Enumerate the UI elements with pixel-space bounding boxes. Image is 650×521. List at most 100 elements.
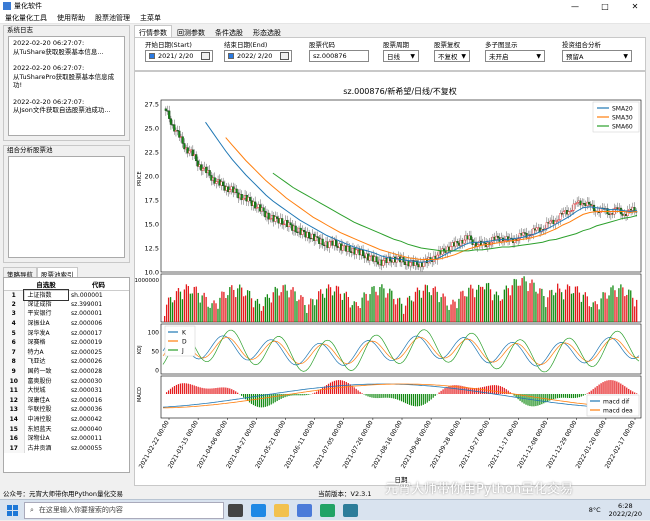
stock-code[interactable]: sz.000028 — [68, 367, 129, 377]
stock-name[interactable]: 富奥股份 — [24, 376, 68, 386]
table-row[interactable]: 15东旭蓝天sz.000040 — [4, 424, 129, 434]
minimize-button[interactable]: — — [560, 2, 590, 11]
stock-code-input[interactable]: sz.000876 — [309, 50, 369, 62]
stock-name[interactable]: 深赛格 — [24, 338, 68, 348]
stock-code[interactable]: sz.000011 — [68, 434, 129, 444]
stock-code[interactable]: sz.000040 — [68, 424, 129, 434]
stock-name[interactable]: 上证指数 — [24, 290, 68, 300]
close-button[interactable]: ✕ — [620, 2, 650, 11]
menu-stock-pool[interactable]: 股票池管理 — [90, 13, 135, 23]
maximize-button[interactable]: □ — [590, 2, 620, 11]
row-index[interactable]: 4 — [4, 319, 24, 329]
stock-name[interactable]: 东旭蓝天 — [24, 424, 68, 434]
row-index[interactable]: 16 — [4, 434, 24, 444]
clock[interactable]: 6:28 2022/2/20 — [609, 502, 642, 518]
calendar-icon[interactable] — [280, 52, 289, 60]
table-row[interactable]: 3平安银行sz.000001 — [4, 309, 129, 319]
stock-name[interactable]: 深华发A — [24, 328, 68, 338]
period-select[interactable]: 日线▼ — [383, 50, 419, 62]
row-index[interactable]: 10 — [4, 376, 24, 386]
stock-code[interactable]: sz.000006 — [68, 319, 129, 329]
start-date-picker[interactable]: 2021/ 2/20 — [145, 50, 213, 62]
row-index[interactable]: 14 — [4, 415, 24, 425]
row-index[interactable]: 3 — [4, 309, 24, 319]
row-index[interactable]: 12 — [4, 396, 24, 406]
menu-quant-tools[interactable]: 量化量化工具 — [0, 13, 52, 23]
chart-area[interactable]: sz.000876/新希望/日线/不复权10.012.515.017.520.0… — [134, 71, 646, 486]
table-row[interactable]: 8飞亚达sz.000026 — [4, 357, 129, 367]
stock-name[interactable]: 古井贡酒 — [24, 444, 68, 454]
stock-name[interactable]: 深振业A — [24, 319, 68, 329]
log-textbox[interactable]: 2022-02-20 06:27:07:从TuShare获取股票基本信息... … — [8, 36, 125, 136]
stock-code[interactable]: sz.000025 — [68, 348, 129, 358]
table-row[interactable]: 11大悦城sz.000031 — [4, 386, 129, 396]
app-icon-green[interactable] — [320, 504, 335, 517]
table-row[interactable]: 7特力Asz.000025 — [4, 348, 129, 358]
header-name[interactable]: 自选股 — [24, 278, 68, 290]
row-index[interactable]: 5 — [4, 328, 24, 338]
taskbar-search-input[interactable]: ⌕ 在这里输入你要搜索的内容 — [24, 502, 224, 519]
stock-name[interactable]: 飞亚达 — [24, 357, 68, 367]
stock-name[interactable]: 国药一致 — [24, 367, 68, 377]
table-row[interactable]: 17古井贡酒sz.000055 — [4, 444, 129, 454]
table-row[interactable]: 9国药一致sz.000028 — [4, 367, 129, 377]
row-index[interactable]: 13 — [4, 405, 24, 415]
adjust-select[interactable]: 不复权▼ — [434, 50, 470, 62]
stock-name[interactable]: 平安银行 — [24, 309, 68, 319]
table-row[interactable]: 10富奥股份sz.000030 — [4, 376, 129, 386]
stock-name[interactable]: 深证成指 — [24, 300, 68, 310]
edge-icon[interactable] — [251, 504, 266, 517]
weather-text[interactable]: 8°C — [589, 506, 601, 514]
stock-code[interactable]: sz.000036 — [68, 405, 129, 415]
table-row[interactable]: 13华联控股sz.000036 — [4, 405, 129, 415]
stock-code[interactable]: sz.000030 — [68, 376, 129, 386]
row-index[interactable]: 2 — [4, 300, 24, 310]
file-explorer-icon[interactable] — [274, 504, 289, 517]
row-index[interactable]: 1 — [4, 290, 24, 300]
row-index[interactable]: 9 — [4, 367, 24, 377]
stock-name[interactable]: 深物业A — [24, 434, 68, 444]
stock-chart[interactable]: sz.000876/新希望/日线/不复权10.012.515.017.520.0… — [135, 72, 647, 487]
stock-name[interactable]: 大悦城 — [24, 386, 68, 396]
windows-start-icon[interactable] — [0, 500, 24, 521]
table-row[interactable]: 6深赛格sz.000019 — [4, 338, 129, 348]
stock-code[interactable]: sz.000031 — [68, 386, 129, 396]
checkbox-icon[interactable] — [149, 53, 155, 59]
stock-code[interactable]: sz.000055 — [68, 444, 129, 454]
stock-code[interactable]: sz.000001 — [68, 309, 129, 319]
row-index[interactable]: 6 — [4, 338, 24, 348]
stock-pool-table[interactable]: 自选股 代码 1上证指数sh.0000012深证成指sz.3990013平安银行… — [3, 277, 130, 473]
calendar-icon[interactable] — [201, 52, 210, 60]
stock-name[interactable]: 特力A — [24, 348, 68, 358]
python-app-icon[interactable] — [343, 504, 358, 517]
table-row[interactable]: 5深华发Asz.000017 — [4, 328, 129, 338]
stock-code[interactable]: sz.000026 — [68, 357, 129, 367]
table-row[interactable]: 14中洲控股sz.000042 — [4, 415, 129, 425]
stock-code[interactable]: sz.000016 — [68, 396, 129, 406]
row-index[interactable]: 7 — [4, 348, 24, 358]
task-view-icon[interactable] — [228, 504, 243, 517]
stock-name[interactable]: 华联控股 — [24, 405, 68, 415]
menu-main[interactable]: 主菜单 — [135, 13, 166, 23]
checkbox-icon[interactable] — [228, 53, 234, 59]
row-index[interactable]: 11 — [4, 386, 24, 396]
stock-code[interactable]: sh.000001 — [68, 290, 129, 300]
combo-list[interactable] — [8, 156, 125, 258]
table-row[interactable]: 4深振业Asz.000006 — [4, 319, 129, 329]
row-index[interactable]: 17 — [4, 444, 24, 454]
header-code[interactable]: 代码 — [68, 278, 129, 290]
end-date-picker[interactable]: 2022/ 2/20 — [224, 50, 292, 62]
stock-name[interactable]: 深康佳A — [24, 396, 68, 406]
stock-code[interactable]: sz.000042 — [68, 415, 129, 425]
stock-code[interactable]: sz.399001 — [68, 300, 129, 310]
stock-code[interactable]: sz.000019 — [68, 338, 129, 348]
menu-help[interactable]: 使用帮助 — [52, 13, 90, 23]
table-row[interactable]: 1上证指数sh.000001 — [4, 290, 129, 300]
table-row[interactable]: 2深证成指sz.399001 — [4, 300, 129, 310]
portfolio-select[interactable]: 预留A▼ — [562, 50, 632, 62]
table-row[interactable]: 16深物业Asz.000011 — [4, 434, 129, 444]
table-row[interactable]: 12深康佳Asz.000016 — [4, 396, 129, 406]
multi-subplot-select[interactable]: 未开启▼ — [485, 50, 545, 62]
row-index[interactable]: 15 — [4, 424, 24, 434]
store-icon[interactable] — [297, 504, 312, 517]
